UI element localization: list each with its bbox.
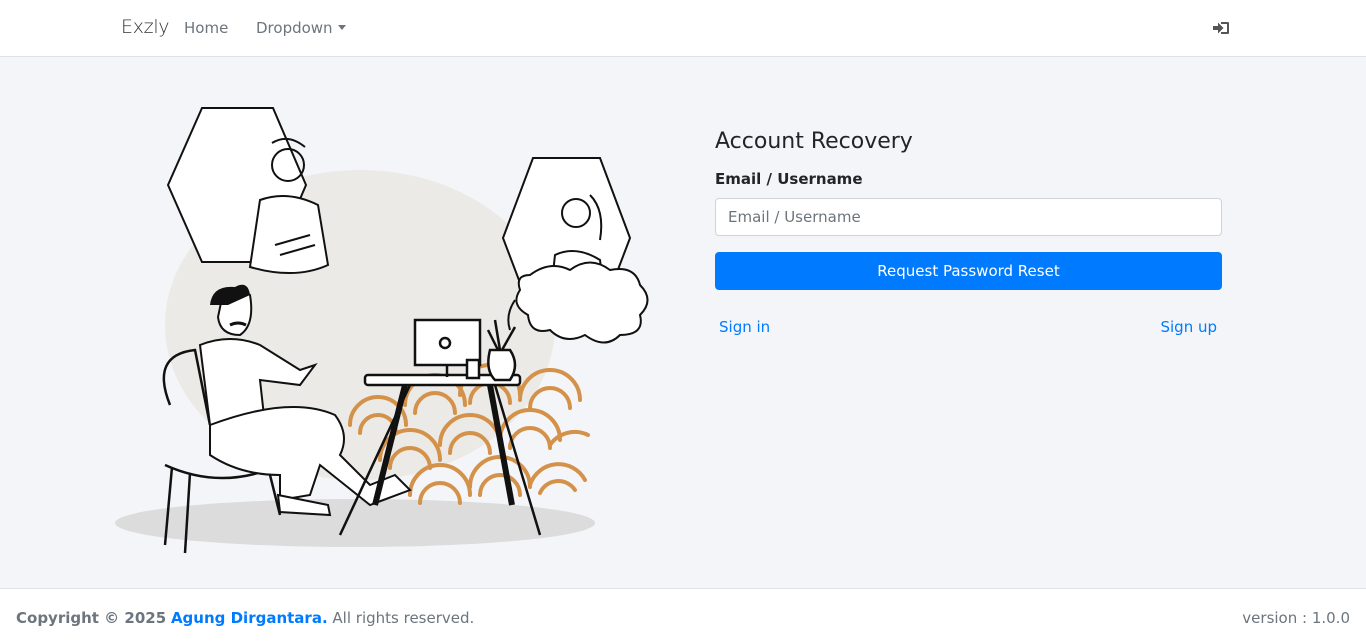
version-text: version : 1.0.0 bbox=[1242, 609, 1350, 627]
thought-cloud bbox=[515, 261, 649, 344]
caret-down-icon bbox=[337, 25, 346, 30]
sign-up-link[interactable]: Sign up bbox=[1160, 318, 1217, 336]
page-title: Account Recovery bbox=[715, 129, 913, 154]
sign-in-icon[interactable] bbox=[1212, 19, 1230, 37]
brand-logo[interactable]: Exzly bbox=[121, 16, 170, 38]
navbar: Exzly Home Dropdown bbox=[0, 0, 1366, 57]
request-password-reset-button[interactable]: Request Password Reset bbox=[715, 252, 1222, 290]
nav-dropdown-label: Dropdown bbox=[256, 19, 333, 37]
rights-text: All rights reserved. bbox=[332, 609, 475, 627]
team-conversation-illustration bbox=[115, 107, 649, 554]
email-username-label: Email / Username bbox=[715, 170, 863, 188]
nav-home-link[interactable]: Home bbox=[184, 19, 228, 37]
copyright-text: Copyright © 2025 Agung Dirgantara. All r… bbox=[16, 609, 474, 627]
copyright-prefix: Copyright © 2025 bbox=[16, 609, 167, 627]
sign-in-link[interactable]: Sign in bbox=[719, 318, 770, 336]
nav-dropdown-toggle[interactable]: Dropdown bbox=[256, 19, 346, 37]
author-link[interactable]: Agung Dirgantara. bbox=[171, 609, 328, 627]
footer: Copyright © 2025 Agung Dirgantara. All r… bbox=[0, 588, 1366, 642]
email-username-input[interactable] bbox=[715, 198, 1222, 236]
